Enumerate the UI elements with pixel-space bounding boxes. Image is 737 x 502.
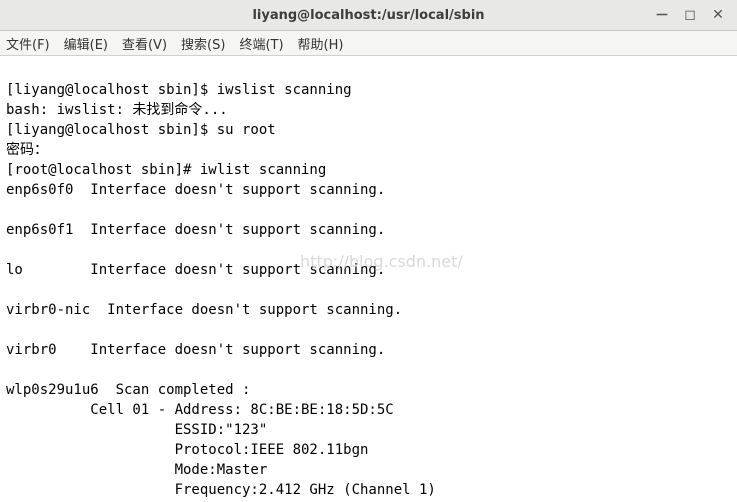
window-titlebar: liyang@localhost:/usr/local/sbin － ◻ ✕ [0,0,737,31]
terminal-line: Mode:Master [6,462,267,478]
terminal-line: lo Interface doesn't support scanning. [6,262,385,278]
window-controls: － ◻ ✕ [655,0,733,30]
terminal-line: enp6s0f1 Interface doesn't support scann… [6,222,385,238]
terminal-line: ESSID:"123" [6,422,267,438]
menu-search[interactable]: 搜索(S) [181,34,225,53]
menu-file[interactable]: 文件(F) [6,34,50,53]
terminal-line: bash: iwslist: 未找到命令... [6,102,228,118]
terminal-line: Frequency:2.412 GHz (Channel 1) [6,482,436,498]
minimize-button[interactable]: － [655,8,669,22]
terminal-line: [liyang@localhost sbin]$ iwslist scannin… [6,82,352,98]
window-title: liyang@localhost:/usr/local/sbin [0,8,737,23]
terminal-line: wlp0s29u1u6 Scan completed : [6,382,250,398]
maximize-button[interactable]: ◻ [683,8,697,22]
terminal-line: virbr0 Interface doesn't support scannin… [6,342,385,358]
close-button[interactable]: ✕ [711,8,725,22]
menubar: 文件(F) 编辑(E) 查看(V) 搜索(S) 终端(T) 帮助(H) [0,31,737,56]
terminal-line: [root@localhost sbin]# iwlist scanning [6,162,326,178]
terminal-line: 密码： [6,142,48,158]
terminal-line: enp6s0f0 Interface doesn't support scann… [6,182,385,198]
menu-view[interactable]: 查看(V) [122,34,167,53]
terminal-line: [liyang@localhost sbin]$ su root [6,122,276,138]
terminal-line: Protocol:IEEE 802.11bgn [6,442,368,458]
terminal-line: Cell 01 - Address: 8C:BE:BE:18:5D:5C [6,402,394,418]
terminal-output[interactable]: [liyang@localhost sbin]$ iwslist scannin… [0,56,737,502]
menu-edit[interactable]: 编辑(E) [64,34,108,53]
menu-help[interactable]: 帮助(H) [298,34,344,53]
terminal-line: virbr0-nic Interface doesn't support sca… [6,302,402,318]
menu-terminal[interactable]: 终端(T) [239,34,283,53]
